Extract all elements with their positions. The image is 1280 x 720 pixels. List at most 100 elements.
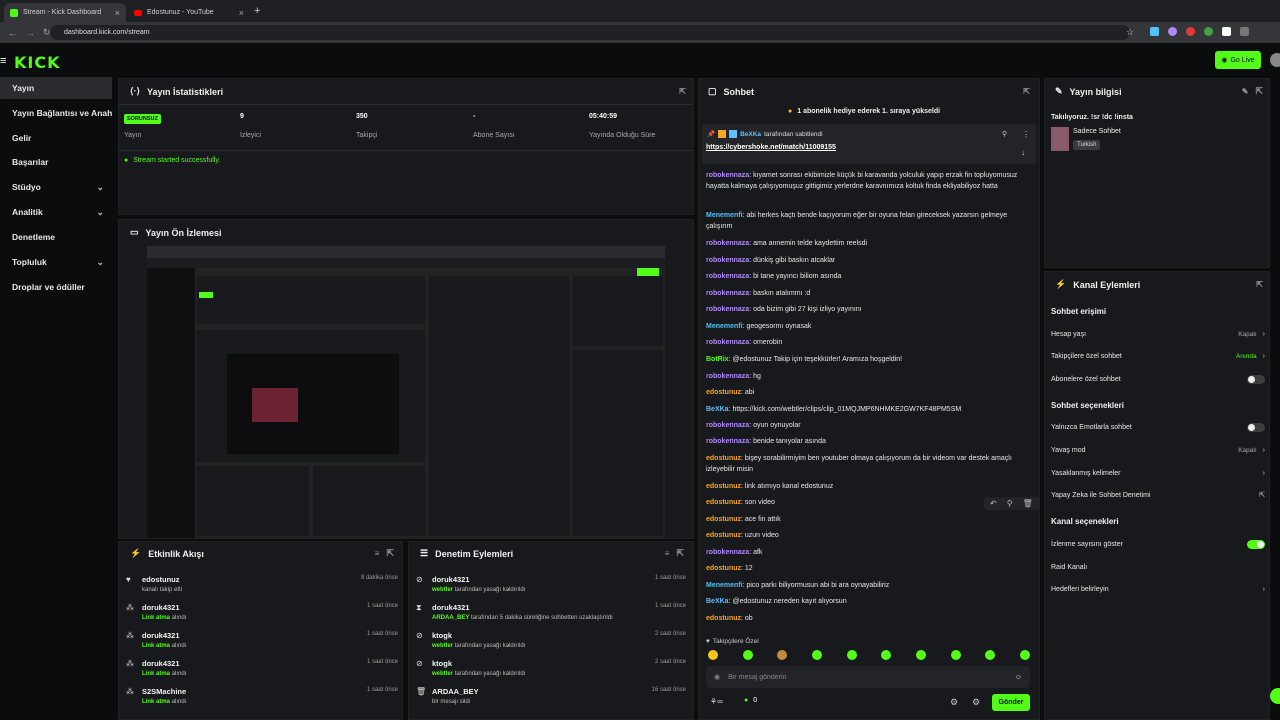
setting-ai-moderation[interactable]: Yapay Zeka ile Sohbet Denetimi ⇱ xyxy=(1051,486,1265,504)
subs-only-toggle[interactable] xyxy=(1247,374,1265,384)
more-icon[interactable]: ⋮ xyxy=(1022,130,1030,139)
unpin-icon[interactable]: ⚲ xyxy=(1002,130,1007,138)
browser-tab-youtube[interactable]: Edostunuz - YouTube × xyxy=(128,3,250,22)
setting-account-age[interactable]: Hesap yaşı Kapalı › xyxy=(1051,325,1265,343)
chat-username[interactable]: edostunuz xyxy=(706,565,741,572)
mod-target[interactable]: doruk4321 xyxy=(432,603,613,612)
emote-icon[interactable] xyxy=(1019,650,1030,660)
chat-username[interactable]: edostunuz xyxy=(706,532,741,539)
chat-username[interactable]: robokennaza xyxy=(706,549,749,556)
setting-goals[interactable]: Hedefleri belirleyin › xyxy=(1051,580,1265,598)
extension-icon[interactable] xyxy=(1168,27,1177,36)
popout-icon[interactable]: ⇱ xyxy=(1023,87,1030,96)
activity-user[interactable]: doruk4321 xyxy=(142,659,186,668)
emote-icon[interactable] xyxy=(881,650,892,660)
emote-icon[interactable] xyxy=(777,650,788,660)
filter-icon[interactable]: ≡ xyxy=(665,549,670,558)
browser-tab-kick[interactable]: Stream - Kick Dashboard × xyxy=(4,3,126,22)
gear-icon[interactable]: ⚙ xyxy=(950,697,958,708)
activity-user[interactable]: S2SMachine xyxy=(142,687,186,696)
activity-user[interactable]: doruk4321 xyxy=(142,631,186,640)
chat-username[interactable]: robokennaza xyxy=(706,257,749,264)
chat-input[interactable]: ◉ Bir mesaj gönderin ☺ xyxy=(706,666,1030,688)
emote-icon[interactable] xyxy=(742,650,753,660)
chat-username[interactable]: edostunuz xyxy=(706,499,741,506)
setting-slow-mode[interactable]: Yavaş mod Kapalı › xyxy=(1051,441,1265,459)
menu-icon[interactable]: ≡ xyxy=(0,55,6,67)
settings-icon[interactable]: ⚘∞ xyxy=(710,697,723,706)
extension-icon[interactable] xyxy=(1222,27,1231,36)
chat-username[interactable]: robokennaza xyxy=(706,422,749,429)
emoji-icon[interactable]: ☺ xyxy=(1015,674,1022,681)
pinned-link-text[interactable]: https://cybershoke.net/match/11009155 xyxy=(706,144,836,151)
chat-username[interactable]: BotRix xyxy=(706,356,729,363)
sidebar-item-denetleme[interactable]: Denetleme xyxy=(0,226,112,248)
delete-icon[interactable]: 🗑 xyxy=(1023,499,1033,508)
extensions-puzzle-icon[interactable] xyxy=(1240,27,1249,36)
reply-icon[interactable]: ↶ xyxy=(990,499,997,508)
mod-target[interactable]: doruk4321 xyxy=(432,575,525,584)
popout-icon[interactable]: ⇱ xyxy=(1255,86,1263,97)
chat-username[interactable]: robokennaza xyxy=(706,339,749,346)
kick-logo[interactable]: KICK xyxy=(14,53,61,72)
extension-icon[interactable] xyxy=(1150,27,1159,36)
activity-user[interactable]: edostunuz xyxy=(142,575,182,584)
setting-banned-words[interactable]: Yasaklanmış kelimeler › xyxy=(1051,464,1265,482)
url-field[interactable]: dashboard.kick.com/stream xyxy=(50,25,1130,40)
filter-icon[interactable]: ≡ xyxy=(375,549,380,558)
mod-target[interactable]: ktogk xyxy=(432,659,525,668)
chat-username[interactable]: robokennaza xyxy=(706,273,749,280)
chat-username[interactable]: edostunuz xyxy=(706,516,741,523)
close-icon[interactable]: × xyxy=(239,8,244,18)
expand-icon[interactable]: ↓ xyxy=(1021,148,1025,157)
chat-username[interactable]: Menemenfi xyxy=(706,582,743,589)
chat-username[interactable]: edostunuz xyxy=(706,615,741,622)
chat-username[interactable]: Menemenfi xyxy=(706,212,743,219)
sidebar-item-basarilar[interactable]: Başarılar xyxy=(0,151,112,173)
forward-icon[interactable]: → xyxy=(26,28,35,38)
popout-icon[interactable]: ⇱ xyxy=(676,548,684,559)
mod-target[interactable]: ktogk xyxy=(432,631,525,640)
chat-username[interactable]: edostunuz xyxy=(706,389,741,396)
sidebar-item-gelir[interactable]: Gelir xyxy=(0,127,112,149)
sidebar-item-analitik[interactable]: Analitik ⌄ xyxy=(0,201,112,223)
chat-username[interactable]: robokennaza xyxy=(706,240,749,247)
extension-icon[interactable] xyxy=(1186,27,1195,36)
edit-icon[interactable]: ✎ xyxy=(1242,87,1249,96)
emotes-only-toggle[interactable] xyxy=(1247,422,1265,432)
chat-username[interactable]: robokennaza xyxy=(706,306,749,313)
setting-raid[interactable]: Raid Kanalı xyxy=(1051,558,1265,576)
go-live-button[interactable]: ◉ Go Live xyxy=(1215,51,1261,69)
close-icon[interactable]: × xyxy=(115,8,120,18)
chat-username[interactable]: BeXKa xyxy=(706,406,729,413)
new-tab-icon[interactable]: + xyxy=(254,5,260,17)
sidebar-item-topluluk[interactable]: Topluluk ⌄ xyxy=(0,251,112,273)
chat-username[interactable]: robokennaza xyxy=(706,172,749,179)
popout-icon[interactable]: ⇱ xyxy=(1256,280,1263,289)
chat-username[interactable]: robokennaza xyxy=(706,373,749,380)
stream-preview-video[interactable] xyxy=(147,246,665,538)
bookmark-star-icon[interactable]: ☆ xyxy=(1126,27,1134,38)
chat-username[interactable]: BeXKa xyxy=(706,598,729,605)
send-button[interactable]: Gönder xyxy=(992,694,1030,711)
emote-icon[interactable] xyxy=(985,650,996,660)
back-icon[interactable]: ← xyxy=(8,28,17,38)
chat-username[interactable]: Menemenfi xyxy=(706,323,743,330)
sidebar-item-stream-key[interactable]: Yayın Bağlantısı ve Anahtarı xyxy=(0,102,112,124)
sidebar-item-yayin[interactable]: Yayın xyxy=(0,77,112,99)
mod-target[interactable]: ARDAA_BEY xyxy=(432,687,479,696)
pinned-link[interactable]: https://cybershoke.net/match/11009155 xyxy=(706,144,836,151)
popout-icon[interactable]: ⇱ xyxy=(386,548,394,559)
activity-user[interactable]: doruk4321 xyxy=(142,603,186,612)
setting-followers-only[interactable]: Takipçilere özel sohbet Anında › xyxy=(1051,347,1265,365)
pinned-user[interactable]: BeXKa xyxy=(740,131,761,138)
emote-icon[interactable] xyxy=(811,650,822,660)
chat-username[interactable]: robokennaza xyxy=(706,438,749,445)
floating-action-button[interactable] xyxy=(1270,688,1280,704)
chat-username[interactable]: edostunuz xyxy=(706,483,741,490)
chat-username[interactable]: robokennaza xyxy=(706,290,749,297)
chat-username[interactable]: edostunuz xyxy=(706,455,741,462)
show-viewers-toggle[interactable] xyxy=(1247,539,1265,549)
mod-tools-icon[interactable]: ⚙ xyxy=(972,697,980,708)
emote-icon[interactable] xyxy=(915,650,926,660)
